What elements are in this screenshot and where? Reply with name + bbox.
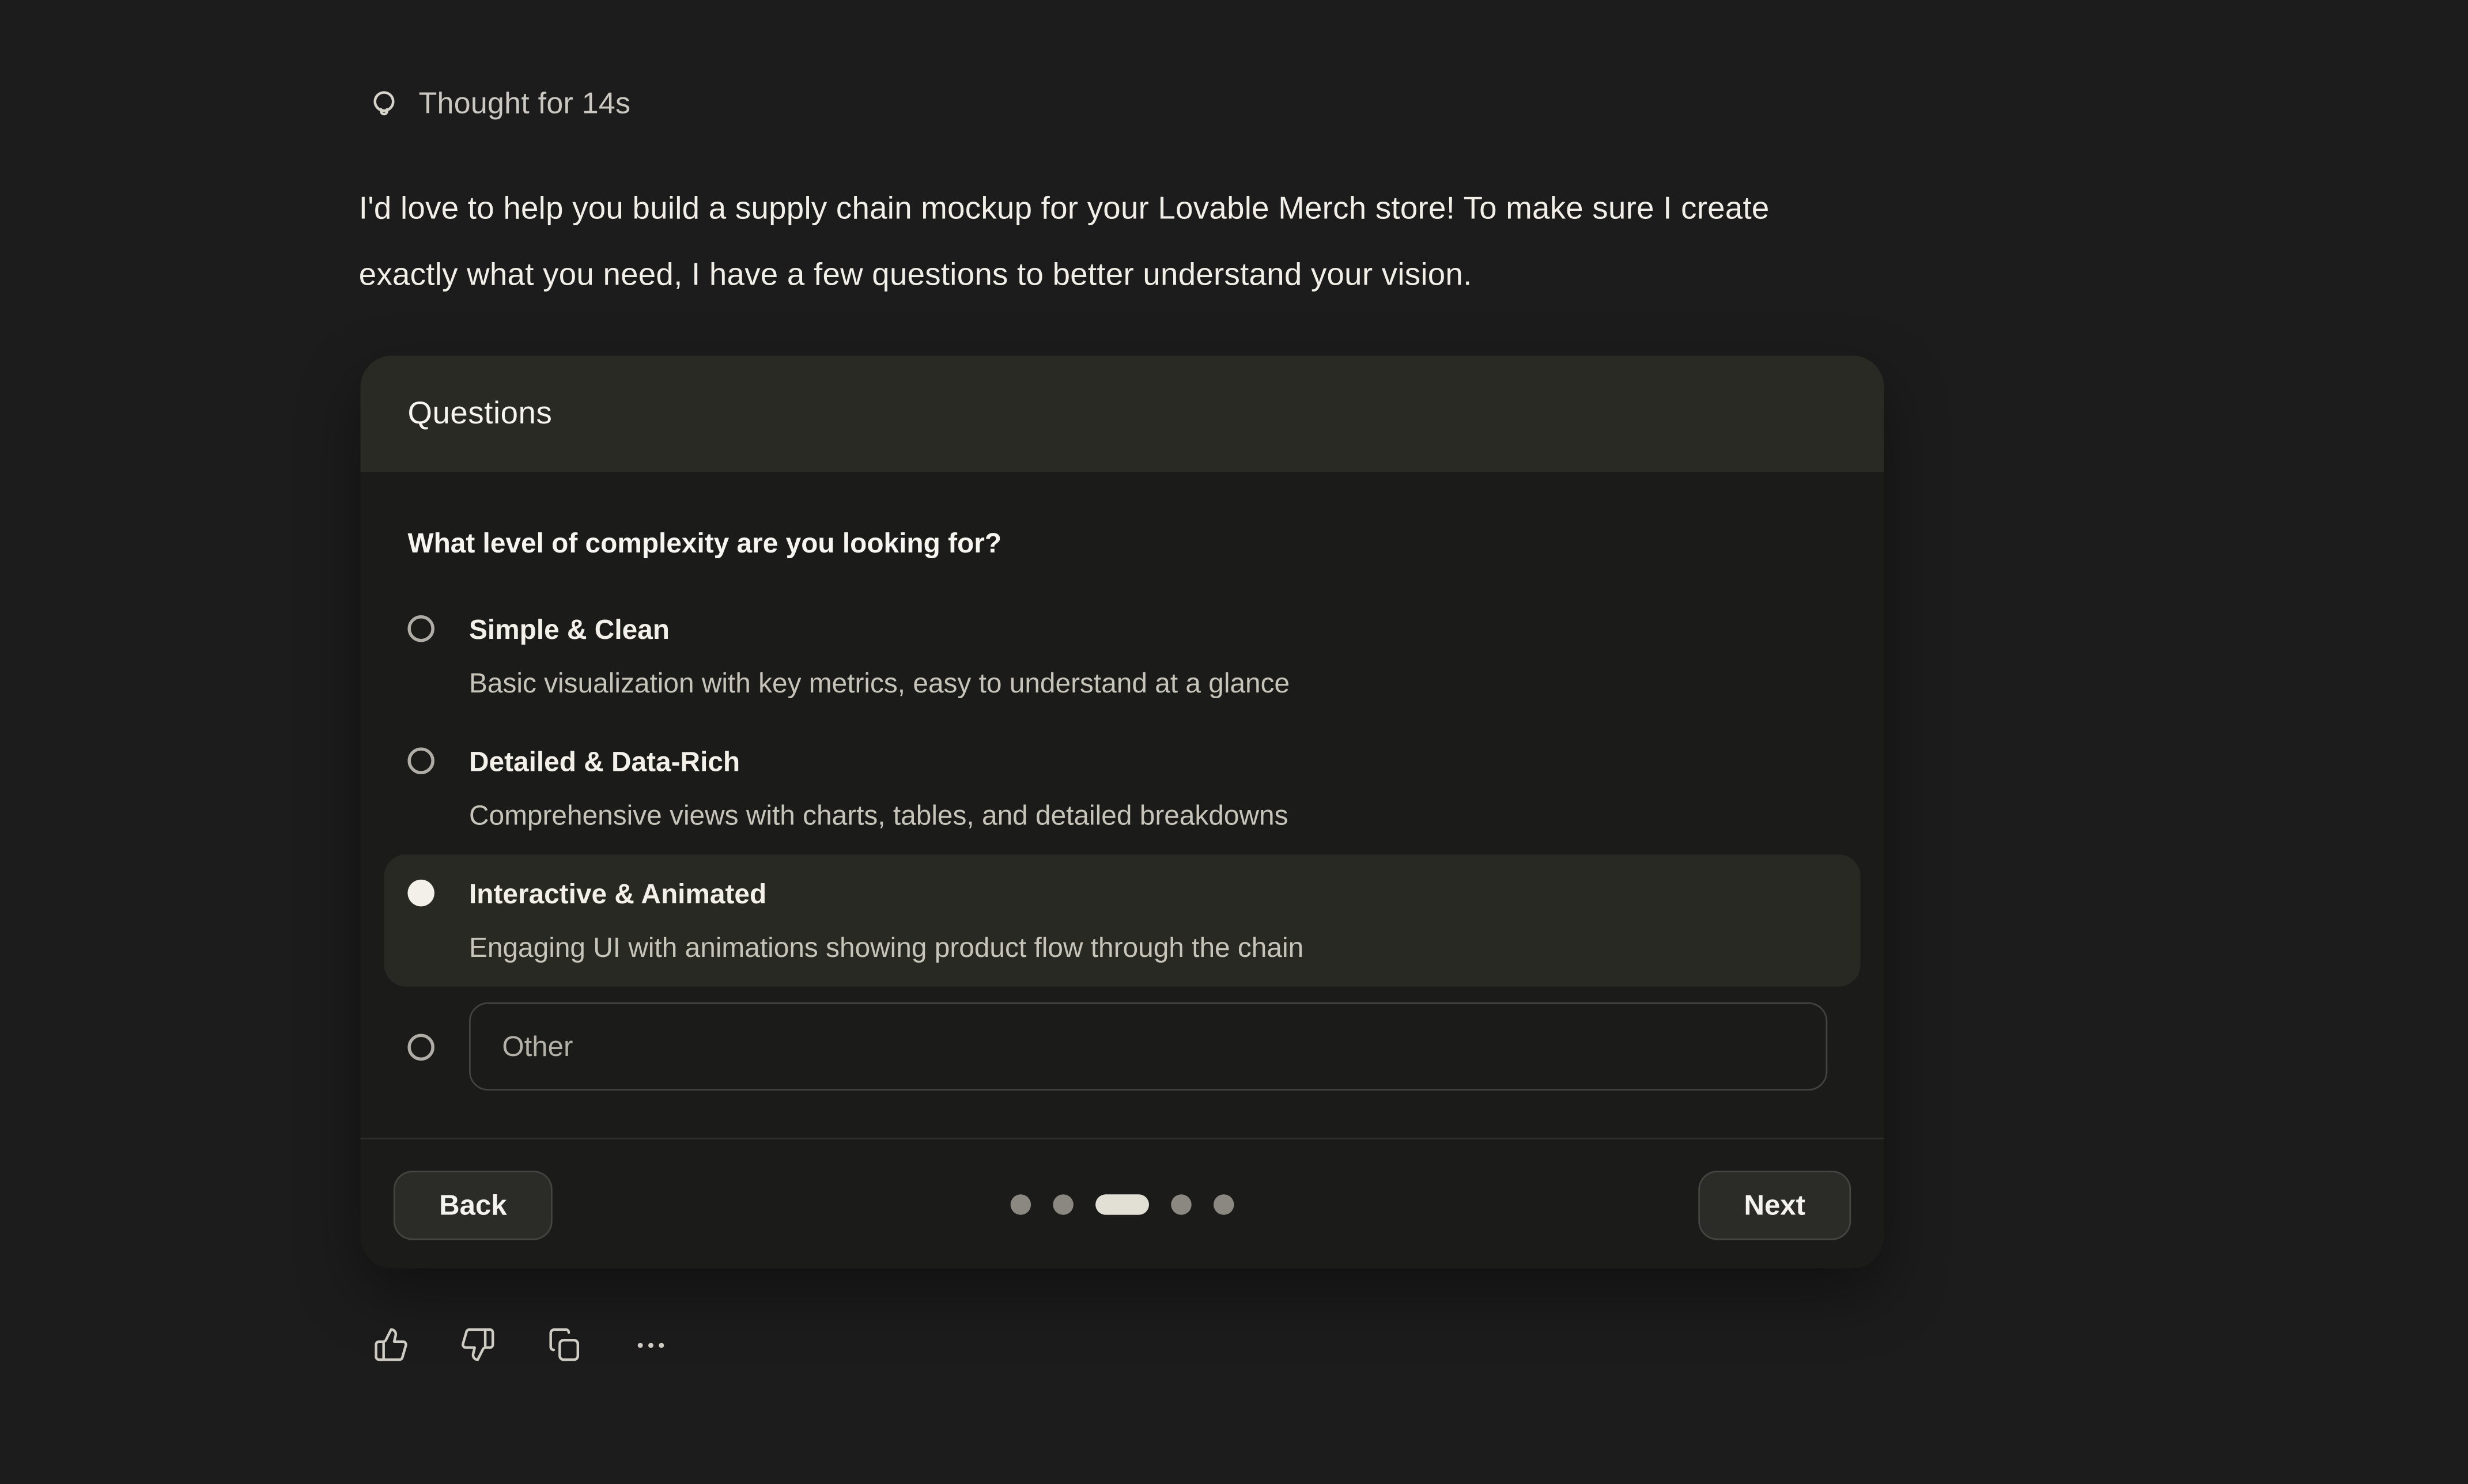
chat-message-region: Thought for 14s I'd love to help you bui…: [0, 0, 2468, 1484]
option-description: Engaging UI with animations showing prod…: [469, 927, 1303, 968]
step-dot: [1011, 1194, 1031, 1215]
assistant-message: I'd love to help you build a supply chai…: [359, 176, 2232, 308]
thinking-summary[interactable]: Thought for 14s: [366, 86, 630, 124]
radio-unselected-icon: [407, 747, 434, 774]
questions-card-header: Questions: [361, 355, 1884, 474]
option-text: Simple & Clean Basic visualization with …: [469, 609, 1290, 703]
option-label: Interactive & Animated: [469, 873, 1303, 914]
option-description: Basic visualization with key metrics, ea…: [469, 662, 1290, 703]
next-button[interactable]: Next: [1698, 1171, 1851, 1240]
step-dot: [1053, 1194, 1074, 1215]
back-button[interactable]: Back: [394, 1171, 553, 1240]
card-title: Questions: [407, 396, 552, 432]
step-dot-active: [1095, 1194, 1149, 1215]
copy-icon[interactable]: [546, 1327, 583, 1363]
message-actions: [373, 1327, 669, 1363]
option-label: Simple & Clean: [469, 609, 1290, 650]
option-text: Interactive & Animated Engaging UI with …: [469, 873, 1303, 968]
questions-card-body: What level of complexity are you looking…: [361, 474, 1884, 1092]
option-other[interactable]: [384, 1002, 1860, 1091]
options-list: Simple & Clean Basic visualization with …: [407, 590, 1836, 1091]
step-pagination: [1011, 1194, 1234, 1215]
message-line: exactly what you need, I have a few ques…: [359, 243, 2232, 309]
question-text: What level of complexity are you looking…: [407, 524, 1836, 562]
option-label: Detailed & Data-Rich: [469, 741, 1288, 782]
questions-card: Questions What level of complexity are y…: [361, 355, 1884, 1268]
radio-selected-icon: [407, 880, 434, 906]
thinking-label: Thought for 14s: [419, 86, 631, 124]
radio-unselected-icon: [407, 1033, 434, 1059]
step-dot: [1171, 1194, 1192, 1215]
questions-card-footer: Back Next: [361, 1138, 1884, 1269]
thumbs-up-icon[interactable]: [373, 1327, 409, 1363]
option-interactive-animated[interactable]: Interactive & Animated Engaging UI with …: [384, 854, 1860, 986]
option-description: Comprehensive views with charts, tables,…: [469, 794, 1288, 835]
option-simple-clean[interactable]: Simple & Clean Basic visualization with …: [384, 590, 1860, 722]
lightbulb-icon: [366, 88, 401, 123]
more-options-icon[interactable]: [633, 1327, 669, 1363]
step-dot: [1214, 1194, 1234, 1215]
thumbs-down-icon[interactable]: [460, 1327, 496, 1363]
other-option-input[interactable]: [469, 1002, 1827, 1091]
option-detailed-data-rich[interactable]: Detailed & Data-Rich Comprehensive views…: [384, 722, 1860, 854]
option-text: Detailed & Data-Rich Comprehensive views…: [469, 741, 1288, 836]
radio-unselected-icon: [407, 615, 434, 642]
message-line: I'd love to help you build a supply chai…: [359, 176, 2232, 243]
